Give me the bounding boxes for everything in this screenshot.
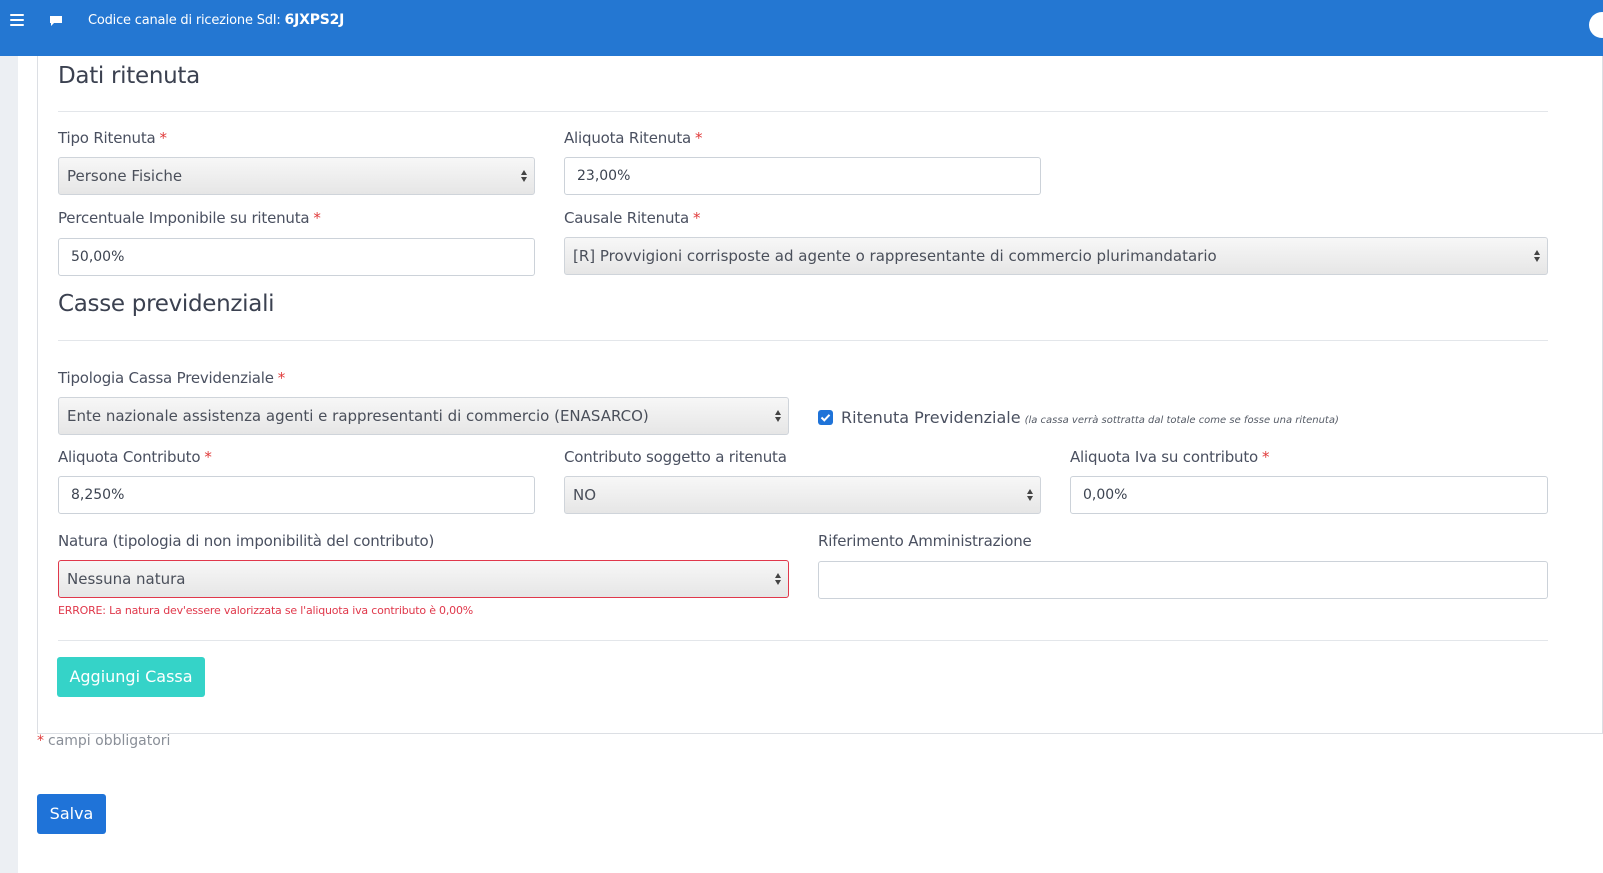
select-arrows-icon: [775, 573, 781, 585]
aliquota-ritenuta-label: Aliquota Ritenuta *: [564, 129, 703, 147]
aliquota-iva-label: Aliquota Iva su contributo *: [1070, 448, 1270, 466]
top-navbar: Codice canale di ricezione SdI: 6JXPS2J: [0, 0, 1603, 56]
select-arrows-icon: [1534, 250, 1540, 262]
tipo-ritenuta-label-text: Tipo Ritenuta: [58, 129, 156, 147]
select-arrows-icon: [521, 170, 527, 182]
tipo-ritenuta-value: Persone Fisiche: [67, 167, 183, 185]
ritenuta-previdenziale-note: (la cassa verrà sottratta dal totale com…: [1024, 415, 1339, 426]
aliquota-contributo-label: Aliquota Contributo *: [58, 448, 212, 466]
percentuale-imponibile-label-text: Percentuale Imponibile su ritenuta: [58, 209, 310, 227]
causale-ritenuta-select[interactable]: [R] Provvigioni corrisposte ad agente o …: [564, 237, 1548, 275]
ritenuta-previdenziale-checkbox[interactable]: [818, 410, 833, 425]
select-arrows-icon: [775, 410, 781, 422]
required-star: *: [37, 733, 44, 749]
sidebar-strip: [0, 56, 18, 873]
aliquota-contributo-input[interactable]: 8,250%: [58, 476, 535, 514]
tipologia-cassa-label-text: Tipologia Cassa Previdenziale: [58, 369, 274, 387]
tipologia-cassa-label: Tipologia Cassa Previdenziale *: [58, 369, 285, 387]
tipologia-cassa-value: Ente nazionale assistenza agenti e rappr…: [67, 407, 649, 425]
section-title-casse: Casse previdenziali: [58, 291, 275, 317]
divider: [58, 111, 1548, 112]
divider: [58, 640, 1548, 641]
divider: [58, 340, 1548, 341]
user-avatar[interactable]: [1589, 12, 1603, 38]
required-star: *: [313, 209, 321, 227]
aggiungi-cassa-button[interactable]: Aggiungi Cassa: [57, 657, 205, 697]
causale-ritenuta-label-text: Causale Ritenuta: [564, 209, 689, 227]
natura-select[interactable]: Nessuna natura: [58, 560, 789, 598]
sdi-code-info: Codice canale di ricezione SdI: 6JXPS2J: [88, 12, 344, 28]
check-icon: [820, 414, 831, 422]
percentuale-imponibile-label: Percentuale Imponibile su ritenuta *: [58, 209, 321, 227]
required-star: *: [277, 369, 286, 387]
required-note-text: campi obbligatori: [48, 733, 171, 749]
select-arrows-icon: [1027, 489, 1033, 501]
ritenuta-previdenziale-text: Ritenuta Previdenziale: [841, 408, 1021, 427]
required-star: *: [695, 129, 703, 147]
aliquota-ritenuta-label-text: Aliquota Ritenuta: [564, 129, 692, 147]
tipo-ritenuta-label: Tipo Ritenuta *: [58, 129, 167, 147]
section-title-ritenuta: Dati ritenuta: [58, 63, 200, 89]
tipologia-cassa-select[interactable]: Ente nazionale assistenza agenti e rappr…: [58, 397, 789, 435]
message-icon[interactable]: [49, 15, 63, 27]
riferimento-amministrazione-input[interactable]: [818, 561, 1548, 599]
required-star: *: [692, 209, 701, 227]
hamburger-menu-icon[interactable]: [10, 14, 24, 28]
contributo-soggetto-value: NO: [573, 486, 597, 504]
required-star: *: [159, 129, 168, 147]
save-button[interactable]: Salva: [37, 794, 106, 834]
ritenuta-previdenziale-label[interactable]: Ritenuta Previdenziale (la cassa verrà so…: [841, 408, 1339, 427]
aliquota-ritenuta-input[interactable]: 23,00%: [564, 157, 1041, 195]
required-star: *: [204, 448, 212, 466]
causale-ritenuta-label: Causale Ritenuta *: [564, 209, 700, 227]
natura-value: Nessuna natura: [67, 570, 186, 588]
required-star: *: [1262, 448, 1270, 466]
aliquota-iva-input[interactable]: 0,00%: [1070, 476, 1548, 514]
contributo-soggetto-label: Contributo soggetto a ritenuta: [564, 448, 787, 466]
riferimento-amministrazione-label: Riferimento Amministrazione: [818, 532, 1032, 550]
natura-error-message: ERRORE: La natura dev'essere valorizzata…: [58, 604, 474, 617]
tipo-ritenuta-select[interactable]: Persone Fisiche: [58, 157, 535, 195]
sdi-label: Codice canale di ricezione SdI:: [88, 13, 281, 28]
percentuale-imponibile-input[interactable]: 50,00%: [58, 238, 535, 276]
contributo-soggetto-select[interactable]: NO: [564, 476, 1041, 514]
required-fields-note: * campi obbligatori: [37, 733, 170, 749]
causale-ritenuta-value: [R] Provvigioni corrisposte ad agente o …: [573, 247, 1217, 265]
aliquota-contributo-label-text: Aliquota Contributo: [58, 448, 201, 466]
natura-label: Natura (tipologia di non imponibilità de…: [58, 532, 435, 550]
aliquota-iva-label-text: Aliquota Iva su contributo: [1070, 448, 1259, 466]
sdi-code: 6JXPS2J: [284, 12, 345, 28]
